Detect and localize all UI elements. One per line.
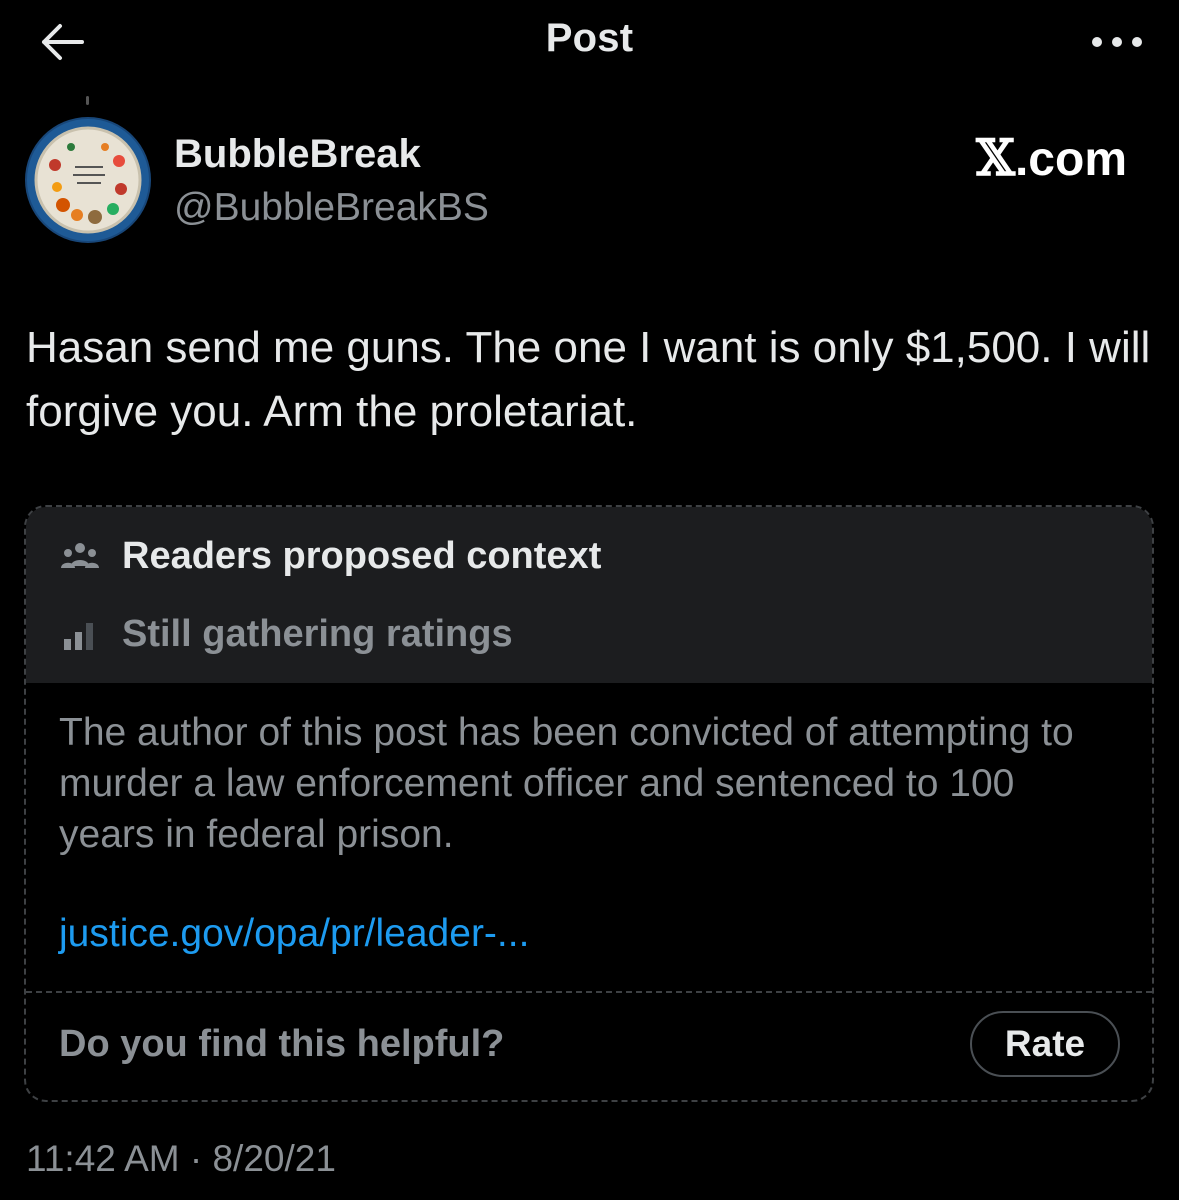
x-com-logo: 𝕏 .com xyxy=(976,128,1127,187)
author-handle[interactable]: @BubbleBreakBS xyxy=(174,186,489,230)
post-text: Hasan send me guns. The one I want is on… xyxy=(26,323,1151,436)
note-divider xyxy=(26,991,1152,993)
page-title: Post xyxy=(545,16,634,60)
community-note-header: Readers proposed context Still gathering… xyxy=(26,507,1152,683)
avatar-image xyxy=(27,119,149,241)
bar-chart-icon xyxy=(60,615,100,655)
note-title: Readers proposed context xyxy=(122,535,602,577)
rate-button[interactable]: Rate xyxy=(970,1011,1120,1077)
logo-domain-text: .com xyxy=(1014,133,1127,186)
helpful-prompt: Do you find this helpful? xyxy=(59,1023,505,1065)
people-icon xyxy=(60,537,100,577)
more-options-button[interactable] xyxy=(1085,22,1149,62)
author-name[interactable]: BubbleBreak xyxy=(174,132,421,177)
x-logo-icon: 𝕏 xyxy=(976,128,1015,187)
note-status: Still gathering ratings xyxy=(122,613,513,655)
avatar[interactable] xyxy=(25,117,151,243)
note-status-row: Still gathering ratings xyxy=(60,613,513,656)
more-horizontal-icon xyxy=(1092,37,1142,47)
post-timestamp: 11:42 AM · 8/20/21 xyxy=(26,1138,336,1179)
community-note-card: Readers proposed context Still gathering… xyxy=(24,505,1154,1102)
top-navigation-bar: Post xyxy=(0,0,1179,84)
note-body-text: The author of this post has been convict… xyxy=(59,711,1074,856)
note-source-link[interactable]: justice.gov/opa/pr/leader-... xyxy=(59,912,529,956)
thread-connector xyxy=(86,96,89,105)
note-title-row: Readers proposed context xyxy=(60,535,601,578)
